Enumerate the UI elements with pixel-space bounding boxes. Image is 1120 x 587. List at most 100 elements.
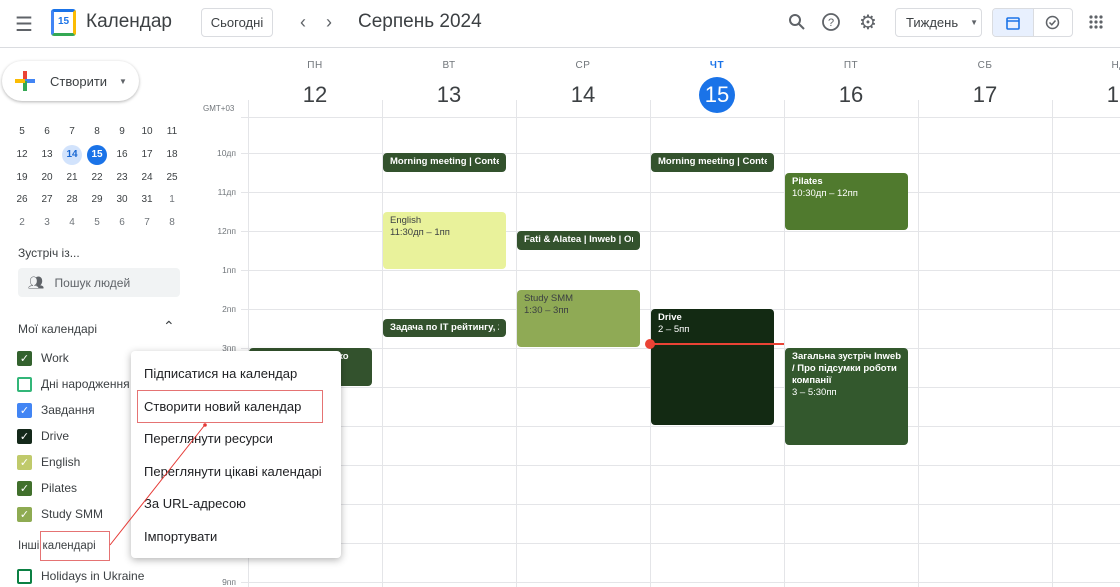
mini-day[interactable]: 8 [161,213,183,233]
day-number[interactable]: 12 [297,77,333,113]
day-name: ВТ [442,60,456,71]
day-header-5[interactable]: СБ 17 [918,60,1052,113]
mini-day[interactable]: 25 [161,168,183,188]
mini-day[interactable]: 1 [161,190,183,210]
today-button[interactable]: Сьогодні [201,8,273,37]
create-button[interactable]: Створити ▼ [2,61,139,101]
calendar-item[interactable]: ✓ Drive [17,426,69,446]
day-header-4[interactable]: ПТ 16 [784,60,918,113]
calendar-item[interactable]: ✓ Work [17,348,69,368]
mini-day[interactable]: 3 [36,213,58,233]
mini-day[interactable]: 5 [86,213,108,233]
menu-item[interactable]: Переглянути цікаві календарі [144,464,322,479]
checkbox[interactable]: ✓ [17,428,32,444]
calendar-event[interactable]: English 11:30дп – 1пп [383,211,506,269]
day-number[interactable]: 13 [431,77,467,113]
mini-day[interactable]: 22 [86,168,108,188]
checkbox[interactable]: ✓ [17,350,32,366]
mini-day[interactable]: 23 [111,168,133,188]
day-number[interactable]: 18 [1101,77,1120,113]
checkbox[interactable]: ✓ [17,402,32,418]
day-header-6[interactable]: НД 18 [1052,60,1120,113]
mini-day[interactable]: 21 [61,168,83,188]
menu-icon[interactable]: ☰ [10,10,38,38]
mini-day[interactable]: 30 [111,190,133,210]
gear-icon[interactable]: ⚙ [856,10,880,34]
calendar-event[interactable]: Задача по IT рейтингу, 2:15пп [383,318,506,338]
mini-day[interactable]: 7 [136,213,158,233]
calendar-event[interactable]: Morning meeting | Content [651,153,774,172]
plus-icon [15,71,35,91]
checkbox[interactable] [17,376,32,392]
calendar-event[interactable]: Morning meeting | Content [383,153,506,172]
mini-day[interactable]: 6 [36,122,58,142]
mini-day[interactable]: 5 [11,122,33,142]
calendar-view-icon[interactable] [993,9,1033,36]
menu-item[interactable]: Імпортувати [144,529,217,544]
calendar-item[interactable]: Дні народження [17,374,130,394]
calendar-event[interactable]: Pilates 10:30дп – 12пп [785,172,908,230]
mini-day[interactable]: 7 [61,122,83,142]
mini-day[interactable]: 10 [136,122,158,142]
mini-day[interactable]: 31 [136,190,158,210]
calendar-item[interactable]: ✓ Завдання [17,400,95,420]
day-header-1[interactable]: ВТ 13 [382,60,516,113]
calendar-event[interactable]: Drive 2 – 5пп [651,309,774,425]
calendar-item[interactable]: ✓ English [17,452,80,472]
search-people-input[interactable]: 👥︎ Пошук людей [18,268,180,297]
apps-grid-icon[interactable] [1084,10,1108,34]
calendar-label: Work [41,351,69,365]
mini-day[interactable]: 12 [11,145,33,165]
checkbox[interactable] [17,568,32,584]
my-calendars-title[interactable]: Мої календарі [18,322,97,336]
menu-item[interactable]: Переглянути ресурси [144,431,273,446]
mini-day[interactable]: 27 [36,190,58,210]
help-icon[interactable]: ? [819,10,843,34]
calendar-event[interactable]: Study SMM 1:30 – 3пп [517,289,640,347]
chevron-up-icon[interactable]: ⌃ [163,318,175,335]
calendar-event[interactable]: Fati & Alatea | Inweb | Onboarding [517,231,640,250]
chevron-left-icon[interactable]: ‹ [292,10,314,34]
chevron-right-icon[interactable]: › [318,10,340,34]
checkbox[interactable]: ✓ [17,454,32,470]
mini-day[interactable]: 28 [61,190,83,210]
mini-day[interactable]: 6 [111,213,133,233]
day-number[interactable]: 14 [565,77,601,113]
mini-day[interactable]: 19 [11,168,33,188]
mini-day[interactable]: 8 [86,122,108,142]
calendar-item[interactable]: Holidays in Ukraine [17,566,144,586]
mini-day[interactable]: 4 [61,213,83,233]
checkbox[interactable]: ✓ [17,480,32,496]
day-number[interactable]: 15 [699,77,735,113]
mini-day[interactable]: 26 [11,190,33,210]
tasks-icon[interactable] [1032,9,1073,36]
mini-day[interactable]: 18 [161,145,183,165]
day-number[interactable]: 17 [967,77,1003,113]
hour-label: 12пп [217,226,236,236]
view-select[interactable]: Тиждень ▼ [895,8,982,37]
other-calendars-title[interactable]: Інші календарі [18,531,110,561]
mini-day[interactable]: 15 [87,145,107,165]
menu-item[interactable]: Підписатися на календар [144,366,297,381]
mini-day[interactable]: 11 [161,122,183,142]
mini-day[interactable]: 14 [62,145,82,165]
mini-day[interactable]: 2 [11,213,33,233]
view-label: Тиждень [906,15,959,30]
checkbox[interactable]: ✓ [17,506,32,522]
menu-item[interactable]: За URL-адресою [144,496,246,511]
mini-day[interactable]: 13 [36,145,58,165]
mini-day[interactable]: 16 [111,145,133,165]
calendar-item[interactable]: ✓ Study SMM [17,504,103,524]
calendar-item[interactable]: ✓ Pilates [17,478,77,498]
mini-day[interactable]: 20 [36,168,58,188]
calendar-event[interactable]: Загальна зустріч Inweb / Про підсумки ро… [785,348,908,445]
day-number[interactable]: 16 [833,77,869,113]
mini-day[interactable]: 24 [136,168,158,188]
mini-day[interactable]: 9 [111,122,133,142]
day-header-0[interactable]: ПН 12 [248,60,382,113]
mini-day[interactable]: 29 [86,190,108,210]
day-header-2[interactable]: СР 14 [516,60,650,113]
mini-day[interactable]: 17 [136,145,158,165]
day-header-3[interactable]: ЧТ 15 [650,60,784,113]
search-icon[interactable] [785,10,809,34]
